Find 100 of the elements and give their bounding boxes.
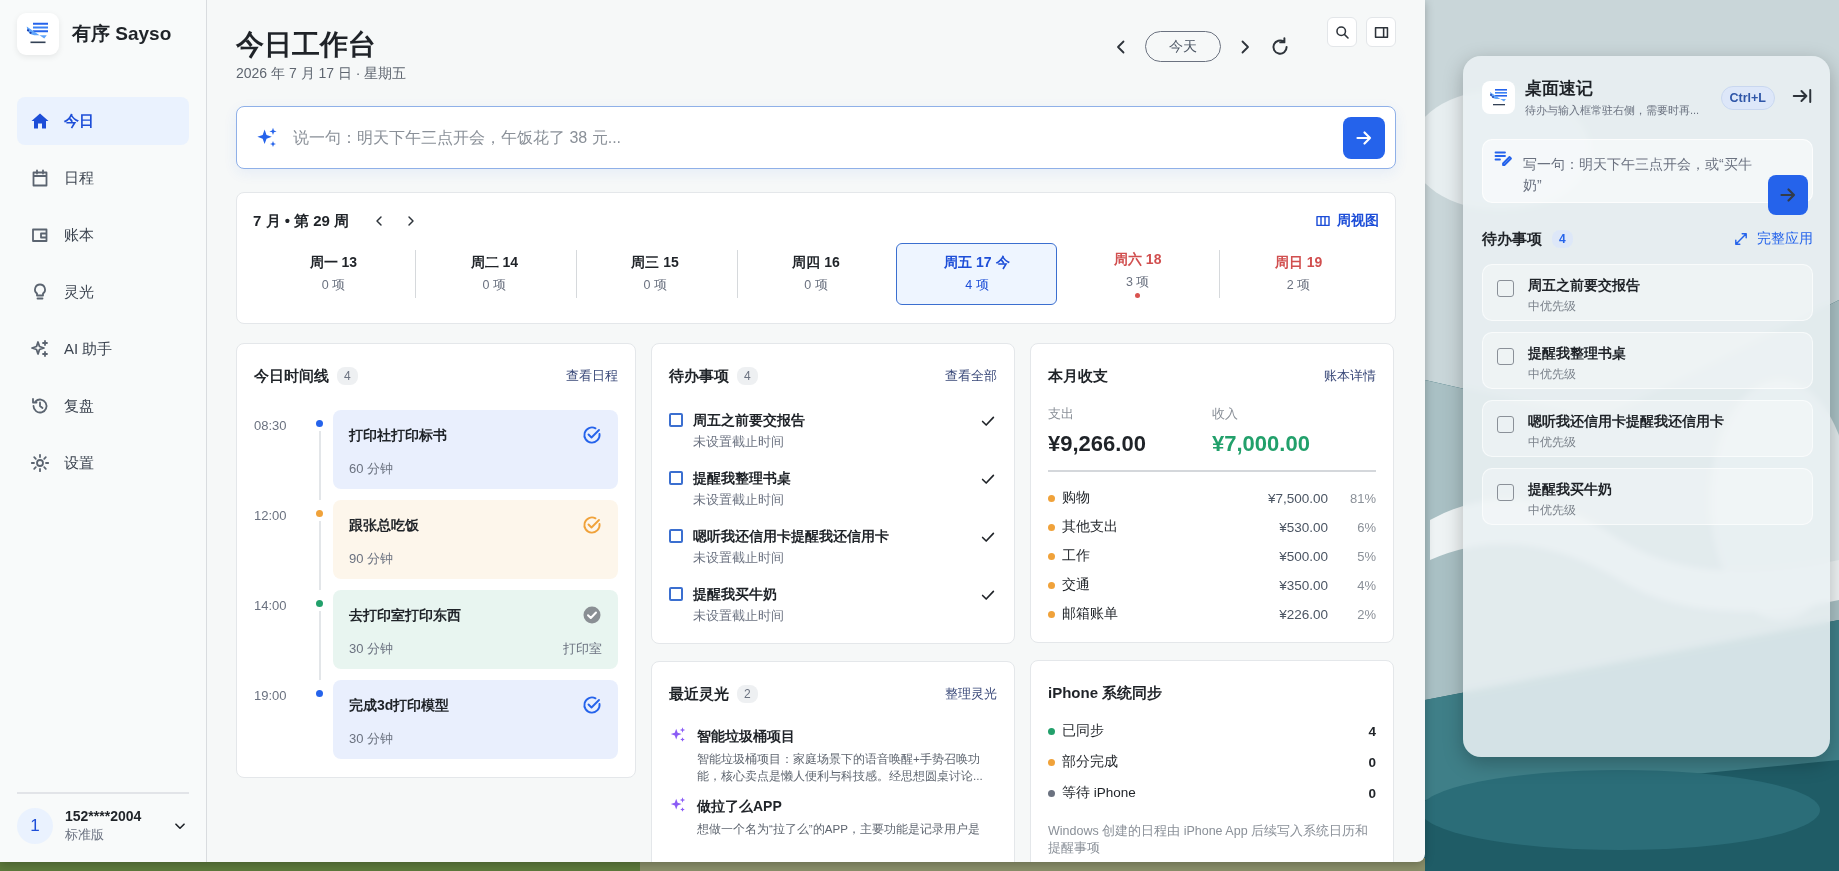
sidebar-item[interactable]: 账本 [17, 211, 189, 259]
day-cell[interactable]: 周三 15 0 项 [574, 243, 736, 305]
idea-text: 想做一个名为“拉了么”的APP，主要功能是记录用户是 [697, 821, 981, 837]
checkbox[interactable] [669, 587, 683, 601]
count-badge: 4 [737, 367, 758, 385]
event-time: 12:00 [254, 507, 288, 525]
organize-link[interactable]: 整理灵光 [945, 685, 997, 703]
category-name: 工作 [1062, 547, 1091, 565]
todo-title: 周五之前要交报告 [693, 411, 806, 430]
event-time: 14:00 [254, 597, 288, 615]
day-label: 周五 17 今 [944, 254, 1010, 272]
send-button[interactable] [1768, 175, 1808, 215]
note-field[interactable]: 写一句：明天下午三点开会，或“买牛奶” [1523, 148, 1758, 202]
card-title: 待办事项 [669, 366, 729, 386]
columns-icon [1315, 213, 1331, 229]
day-cell[interactable]: 周四 16 0 项 [735, 243, 897, 305]
event-card[interactable]: 完成3d打印模型 30 分钟 [333, 680, 618, 759]
command-input[interactable]: 说一句：明天下午三点开会，午饭花了 38 元... [291, 121, 1331, 154]
history-icon [30, 396, 50, 416]
sidebar-item[interactable]: 灵光 [17, 268, 189, 316]
count-badge: 4 [1552, 230, 1573, 248]
check-circle-icon[interactable] [582, 605, 602, 625]
category-amount: ¥530.00 [1279, 519, 1328, 535]
sidebar-item[interactable]: 今日 [17, 97, 189, 145]
day-count: 0 项 [643, 277, 667, 294]
priority-label: 中优先级 [1528, 298, 1577, 315]
check-circle-icon[interactable] [582, 515, 602, 535]
category-name: 购物 [1062, 489, 1091, 507]
day-cell[interactable]: 周二 14 0 项 [413, 243, 575, 305]
priority-label: 中优先级 [1528, 502, 1577, 519]
todo-item[interactable]: 周五之前要交报告 中优先级 [1482, 264, 1813, 321]
event-duration: 90 分钟 [349, 550, 394, 568]
view-all-link[interactable]: 查看全部 [945, 367, 997, 385]
ledger-details-link[interactable]: 账本详情 [1324, 367, 1376, 385]
sync-note: Windows 创建的日程由 iPhone App 后续写入系统日历和提醒事项 [1048, 823, 1370, 857]
search-button[interactable] [1327, 17, 1357, 47]
category-percent: 81% [1348, 490, 1376, 506]
week-view-link[interactable]: 周视图 [1315, 212, 1379, 230]
checkbox[interactable] [669, 413, 683, 427]
event-time: 08:30 [254, 417, 288, 435]
todo-title: 提醒我买牛奶 [1528, 480, 1612, 499]
category-amount: ¥500.00 [1279, 548, 1328, 564]
event-time: 19:00 [254, 687, 288, 705]
sidebar-item[interactable]: 复盘 [17, 382, 189, 430]
count-badge: 4 [337, 367, 358, 385]
checkbox[interactable] [1497, 484, 1514, 501]
todo-title: 嗯听我还信用卡提醒我还信用卡 [1528, 412, 1724, 431]
side-panel-button[interactable] [1366, 17, 1396, 47]
sync-status: 已同步 [1062, 722, 1105, 740]
section-title: 待办事项 [1482, 229, 1542, 249]
category-amount: ¥226.00 [1279, 606, 1328, 622]
todo-item[interactable]: 提醒我整理书桌 中优先级 [1482, 332, 1813, 389]
page-date: 2026 年 7 月 17 日 · 星期五 [236, 65, 408, 83]
account-name: 152****2004 [65, 808, 143, 824]
panel-title: 桌面速记 [1525, 78, 1594, 100]
schedule-link[interactable]: 查看日程 [566, 367, 618, 385]
todo-title: 提醒我整理书桌 [1528, 344, 1626, 363]
sparkle-icon [669, 796, 687, 814]
day-cell[interactable]: 周一 13 0 项 [253, 243, 414, 305]
income-label: 收入 [1212, 405, 1239, 423]
check-circle-icon[interactable] [582, 695, 602, 715]
send-button[interactable] [1343, 116, 1385, 159]
sync-status: 等待 iPhone [1062, 784, 1137, 802]
day-cell[interactable]: 周日 19 2 项 [1218, 243, 1379, 305]
page-title: 今日工作台 [236, 28, 377, 62]
category-dot [1048, 581, 1055, 589]
sidebar-item[interactable]: 设置 [17, 439, 189, 487]
event-title: 打印社打印标书 [349, 426, 447, 445]
sidebar-item[interactable]: 日程 [17, 154, 189, 202]
income-amount: ¥7,000.00 [1212, 431, 1311, 457]
day-count: 3 项 [1126, 273, 1150, 291]
event-card[interactable]: 去打印室打印东西 30 分钟 打印室 [333, 590, 618, 669]
day-cell[interactable]: 周五 17 今 4 项 [896, 243, 1058, 305]
todo-item[interactable]: 嗯听我还信用卡提醒我还信用卡 中优先级 [1482, 400, 1813, 457]
category-percent: 5% [1356, 548, 1376, 564]
todo-item[interactable]: 提醒我买牛奶 中优先级 [1482, 468, 1813, 525]
todo-note: 未设置截止时间 [693, 492, 785, 509]
event-card[interactable]: 跟张总吃饭 90 分钟 [333, 500, 618, 579]
command-field[interactable]: 说一句：明天下午三点开会，午饭花了 38 元... [236, 106, 1396, 169]
checkbox[interactable] [1497, 416, 1514, 433]
card-title: 本月收支 [1048, 366, 1108, 386]
category-dot [1048, 610, 1055, 618]
day-label: 周六 18 [1113, 250, 1162, 269]
checkbox[interactable] [1497, 348, 1514, 365]
checkbox[interactable] [1497, 280, 1514, 297]
idea-title: 智能垃圾桶项目 [697, 727, 796, 746]
category-name: 其他支出 [1062, 518, 1119, 536]
sparkle-icon [30, 339, 50, 359]
todo-title: 嗯听我还信用卡提醒我还信用卡 [693, 527, 890, 546]
day-cell[interactable]: 周六 18 3 项 [1057, 243, 1219, 305]
panel-subtitle: 待办与输入框常驻右侧，需要时再... [1525, 103, 1701, 118]
checkbox[interactable] [669, 529, 683, 543]
event-card[interactable]: 打印社打印标书 60 分钟 [333, 410, 618, 489]
sidebar-item[interactable]: AI 助手 [17, 325, 189, 373]
event-location: 打印室 [563, 640, 602, 658]
checkbox[interactable] [669, 471, 683, 485]
day-label: 周四 16 [792, 254, 840, 272]
todo-note: 未设置截止时间 [693, 550, 785, 567]
full-app-link[interactable]: 完整应用 [1733, 230, 1813, 248]
check-circle-icon[interactable] [582, 425, 602, 445]
